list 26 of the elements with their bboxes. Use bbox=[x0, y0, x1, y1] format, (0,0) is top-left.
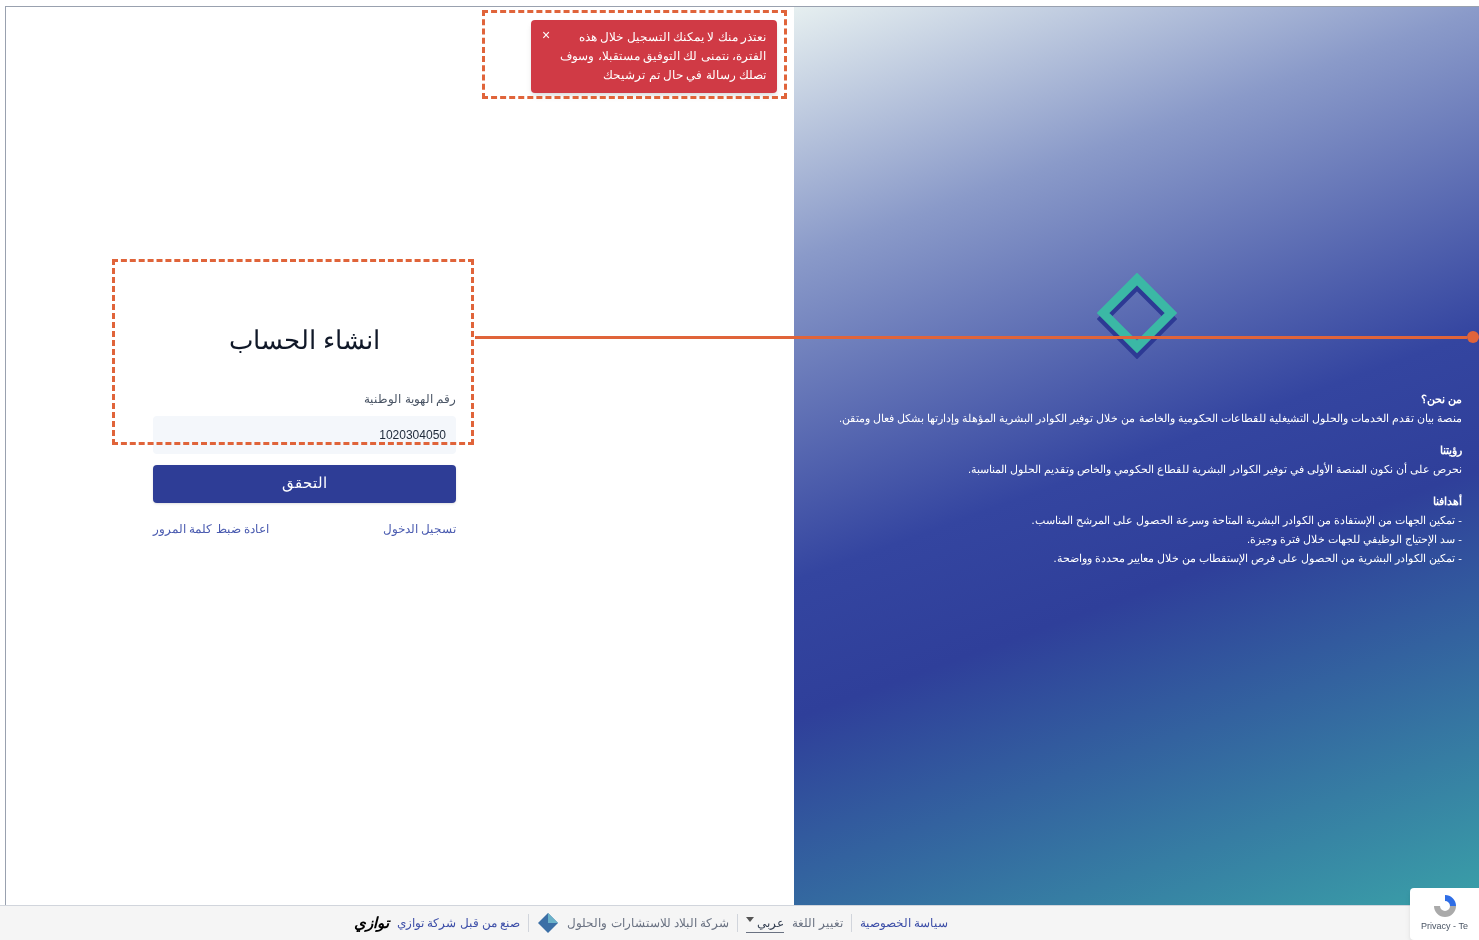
company-logo: توازي bbox=[353, 912, 389, 934]
diamond-logo-icon bbox=[1096, 273, 1177, 359]
text-link[interactable]: اعادة ضبط كلمة المرور bbox=[153, 519, 269, 538]
privacy-link[interactable]: سياسة الخصوصية bbox=[859, 914, 948, 932]
section-heading: أهدافنا bbox=[1432, 493, 1462, 509]
close-button[interactable]: × bbox=[542, 28, 551, 42]
caret-icon bbox=[746, 917, 755, 922]
goal-item: - تمكين الجهات من الإستفادة من الكوادر البشرية المتاحة وسرعة الحصول على المرشح المناسب. bbox=[1030, 513, 1462, 529]
language-dropdown[interactable]: عربي bbox=[746, 913, 785, 933]
error-message: نعتذر منك لا يمكنك التسجيل خلال هذه الفترة، نتمنى لك التوفيق مستقبلا، وسوف تصلك رسالة في حال تم ترشيحك bbox=[559, 29, 766, 84]
goal-item: - سد الإحتياج الوظيفي للجهات خلال فترة وجيزة. bbox=[1245, 532, 1462, 548]
text-link[interactable]: تسجيل الدخول bbox=[382, 519, 456, 538]
goal-item: - تمكين الكوادر البشرية من الحصول على فرص الإستقطاب من خلال معايير محددة وواضحة. bbox=[1052, 551, 1462, 567]
national-id-field[interactable]: 1020304050 bbox=[153, 415, 456, 454]
verify-button[interactable]: التحقق bbox=[153, 464, 456, 503]
language-label: تغيير اللغة bbox=[792, 915, 843, 932]
section-heading: من نحن؟ bbox=[1419, 392, 1462, 408]
section-paragraph: نحرص على أن نكون المنصة الأولى في توفير الكوادر البشرية للقطاع الحكومي والخاص وتقديم الحلول المناسبة. bbox=[967, 461, 1462, 478]
field-label: رقم الهوية الوطنية bbox=[364, 390, 456, 408]
form-title: انشاء الحساب bbox=[227, 323, 382, 357]
company-name: شركة البلاد للاستشارات والحلول bbox=[567, 915, 730, 932]
made-by-text: صنع من قبل شركة توازي bbox=[396, 915, 521, 932]
recaptcha-text: Privacy - Te bbox=[1421, 920, 1468, 933]
diamond-logo-icon bbox=[537, 912, 560, 934]
section-heading: رؤيتنا bbox=[1439, 443, 1462, 459]
section-paragraph: منصة بيان تقدم الخدمات والحلول التشيغلية للقطاعات الحكومية والخاصة من خلال توفير الكوادر البشرية المؤهلة وإدارتها بشكل فعال ومتقن. bbox=[837, 411, 1462, 427]
